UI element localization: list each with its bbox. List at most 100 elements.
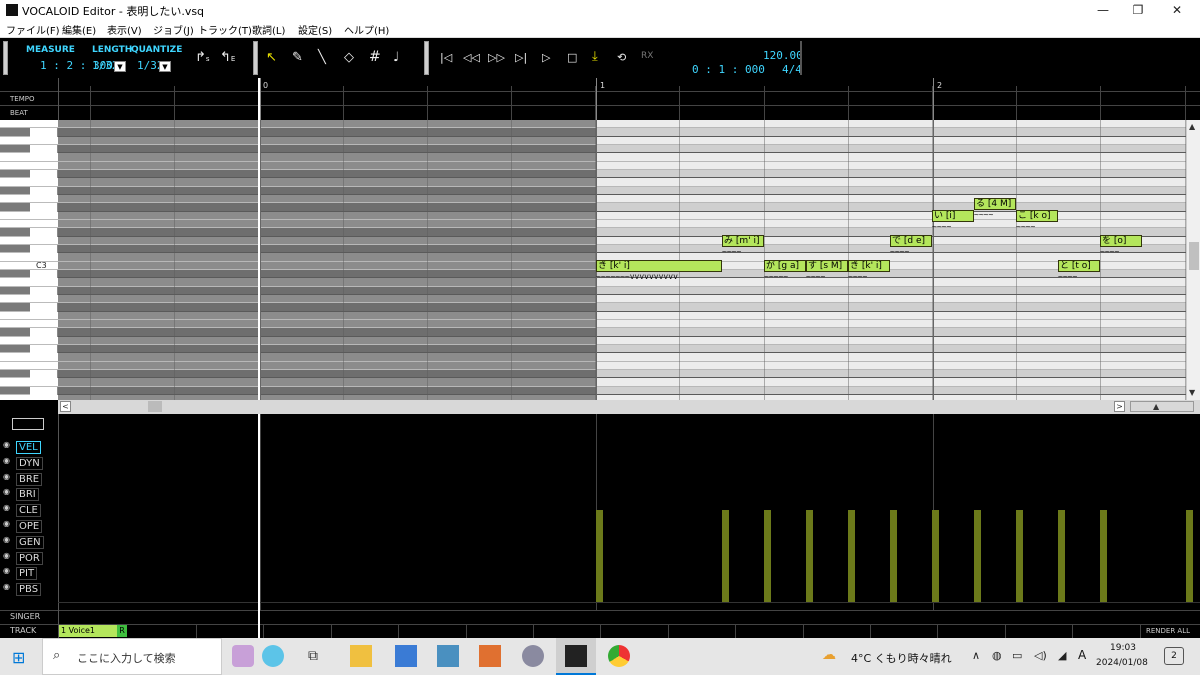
note[interactable]: す [s M] xyxy=(806,260,848,272)
volume-icon[interactable]: ◁) xyxy=(1034,649,1047,662)
curve-ope[interactable]: OPE xyxy=(16,520,43,533)
pointer-tool-icon[interactable]: ↖ xyxy=(266,50,277,65)
show-hidden-icons[interactable]: ∧ xyxy=(972,649,980,662)
weather-text[interactable]: 4°C くもり時々晴れ xyxy=(851,650,952,666)
white-key[interactable] xyxy=(0,120,58,129)
white-key[interactable] xyxy=(0,253,58,262)
close-button[interactable]: ✕ xyxy=(1154,0,1200,20)
velocity-bar[interactable] xyxy=(848,510,855,602)
curve-bri[interactable]: BRI xyxy=(16,488,39,502)
clock-time[interactable]: 19:03 xyxy=(1110,643,1136,653)
note[interactable]: る [4 M] xyxy=(974,198,1016,210)
network-icon[interactable]: ◍ xyxy=(992,649,1002,662)
white-key[interactable] xyxy=(0,153,58,162)
end-marker-icon[interactable]: ↰E xyxy=(220,50,235,65)
start-marker-icon[interactable]: ↱s xyxy=(195,50,210,65)
curve-pit[interactable]: PIT xyxy=(16,567,38,581)
realtime-icon[interactable]: RX xyxy=(641,51,653,61)
horizontal-scrollbar[interactable]: < > ▲ xyxy=(58,400,1200,414)
note[interactable]: い [i] xyxy=(932,210,974,222)
toolbar-grip-2[interactable] xyxy=(253,41,258,75)
curve-tool-icon[interactable]: ♩ xyxy=(393,50,399,65)
curve-por[interactable]: POR xyxy=(16,551,43,565)
vertical-scrollbar[interactable]: ▲ ▼ xyxy=(1186,120,1200,400)
white-key[interactable] xyxy=(0,219,58,229)
menu-settings[interactable]: 設定(S) xyxy=(298,22,332,37)
white-key[interactable] xyxy=(0,394,58,400)
curve-cle[interactable]: CLE xyxy=(16,504,41,518)
velocity-bar[interactable] xyxy=(764,510,771,602)
curve-visibility-icon[interactable]: ◉ xyxy=(3,566,10,575)
clock-date[interactable]: 2024/01/08 xyxy=(1096,658,1148,668)
white-key[interactable] xyxy=(0,378,58,387)
ruler-playhead[interactable] xyxy=(258,78,260,120)
length-dropdown-icon[interactable]: ▼ xyxy=(114,61,126,72)
black-key[interactable] xyxy=(0,144,30,154)
menu-lyrics[interactable]: 歌詞(L) xyxy=(252,22,285,37)
curve-vel[interactable]: VEL xyxy=(16,441,41,454)
note[interactable]: こ [k o] xyxy=(1016,210,1058,222)
black-key[interactable] xyxy=(0,303,30,312)
curve-selector-box[interactable] xyxy=(12,418,44,430)
black-key[interactable] xyxy=(0,244,30,254)
note[interactable]: き [k' i] xyxy=(848,260,890,272)
curve-visibility-icon[interactable]: ◉ xyxy=(3,535,10,544)
curve-visibility-icon[interactable]: ◉ xyxy=(3,503,10,512)
black-key[interactable] xyxy=(0,344,30,354)
black-key[interactable] xyxy=(0,369,30,379)
menu-track[interactable]: トラック(T) xyxy=(198,22,252,37)
chrome-icon[interactable] xyxy=(608,645,630,667)
scroll-up-icon[interactable]: ▲ xyxy=(1189,122,1195,131)
horizontal-scroll-thumb[interactable] xyxy=(148,401,162,412)
battery-icon[interactable]: ▭ xyxy=(1012,649,1022,662)
forward-icon[interactable]: ▷▷ xyxy=(488,51,505,64)
curve-visibility-icon[interactable]: ◉ xyxy=(3,519,10,528)
track-tab-voice1[interactable]: 1 Voice1 xyxy=(59,625,117,637)
scroll-left-icon[interactable]: < xyxy=(60,401,71,412)
velocity-bar[interactable] xyxy=(596,510,603,602)
notification-center-icon[interactable]: 2 xyxy=(1164,647,1184,665)
note[interactable]: み [m' i] xyxy=(722,235,764,247)
move-to-start-icon[interactable]: |◁ xyxy=(440,51,452,64)
weather-icon[interactable]: ☁ xyxy=(822,647,836,663)
velocity-bar[interactable] xyxy=(1016,510,1023,602)
black-key[interactable] xyxy=(0,169,30,179)
curve-visibility-icon[interactable]: ◉ xyxy=(3,582,10,591)
windows-start-icon[interactable]: ⊞ xyxy=(12,648,25,667)
black-key[interactable] xyxy=(0,328,30,337)
note[interactable]: で [d e] xyxy=(890,235,932,247)
scroll-follow-icon[interactable]: ⤓ xyxy=(592,49,598,64)
menu-edit[interactable]: 編集(E) xyxy=(62,22,96,37)
search-highlight-icon[interactable] xyxy=(232,645,254,667)
velocity-bar[interactable] xyxy=(890,510,897,602)
scroll-down-icon[interactable]: ▼ xyxy=(1189,388,1195,397)
velocity-bar[interactable] xyxy=(974,510,981,602)
curve-visibility-icon[interactable]: ◉ xyxy=(3,487,10,496)
toolbar-grip[interactable] xyxy=(3,41,8,75)
black-key[interactable] xyxy=(0,228,30,237)
velocity-bar[interactable] xyxy=(932,510,939,602)
black-key[interactable] xyxy=(0,128,30,137)
velocity-bar[interactable] xyxy=(1058,510,1065,602)
white-key[interactable] xyxy=(0,336,58,345)
velocity-bar[interactable] xyxy=(722,510,729,602)
white-key[interactable] xyxy=(0,236,58,245)
pencil-tool-icon[interactable]: ✎ xyxy=(292,50,303,65)
rewind-icon[interactable]: ◁◁ xyxy=(463,51,480,64)
taskbar-search-box[interactable]: ⌕ ここに入力して検索 xyxy=(42,638,222,675)
white-key[interactable] xyxy=(0,311,58,320)
note[interactable]: と [t o] xyxy=(1058,260,1100,272)
note[interactable]: き [k' i] xyxy=(596,260,722,272)
wifi-icon[interactable]: ◢ xyxy=(1058,649,1066,662)
search-highlight-icon-2[interactable] xyxy=(262,645,284,667)
white-key[interactable] xyxy=(0,136,58,145)
white-key[interactable] xyxy=(0,319,58,329)
grid-icon[interactable]: # xyxy=(369,49,381,65)
menu-help[interactable]: ヘルプ(H) xyxy=(344,22,389,37)
white-key[interactable] xyxy=(0,211,58,220)
curve-bre[interactable]: BRE xyxy=(16,472,43,486)
notepad-icon[interactable] xyxy=(437,645,459,667)
piano-keyboard[interactable] xyxy=(0,120,58,400)
move-to-end-icon[interactable]: ▷| xyxy=(515,51,527,64)
zoom-slider[interactable]: ▲ xyxy=(1130,401,1194,412)
